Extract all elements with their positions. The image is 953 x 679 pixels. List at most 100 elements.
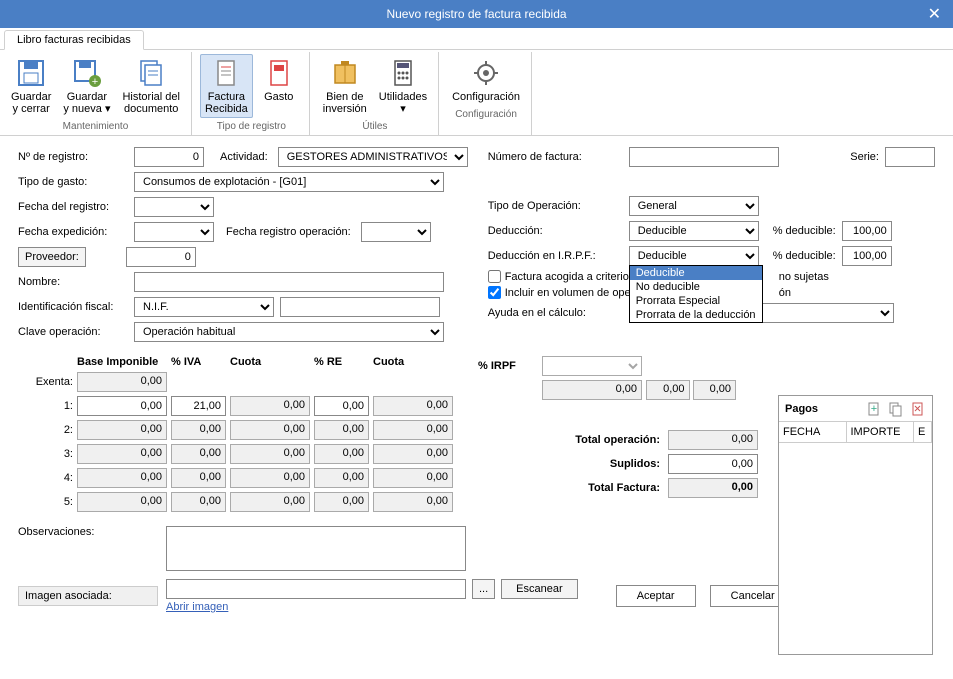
fecha-registro-input[interactable]	[134, 197, 214, 217]
button-label: Gasto	[264, 91, 293, 103]
col-pct-re: % RE	[314, 356, 369, 368]
r5-pct-re: 0,00	[314, 492, 369, 512]
suplidos-input[interactable]	[668, 454, 758, 474]
n-registro-label: Nº de registro:	[18, 151, 128, 163]
abrir-imagen-link[interactable]: Abrir imagen	[166, 601, 578, 613]
num-factura-label: Número de factura:	[488, 151, 623, 163]
close-icon[interactable]: ✕	[928, 4, 941, 24]
num-factura-input[interactable]	[629, 147, 779, 167]
clave-op-select[interactable]: Operación habitual	[134, 322, 444, 342]
deduccion-irpf-dropdown[interactable]: Deducible No deducible Prorrata Especial…	[629, 265, 763, 323]
r4-base: 0,00	[77, 468, 167, 488]
col-pct-irpf: % IRPF	[478, 360, 538, 372]
save-new-icon: +	[71, 57, 103, 89]
pagos-col-importe: IMPORTE	[847, 422, 915, 442]
deduccion-irpf-label: Deducción en I.R.P.F.:	[488, 250, 623, 262]
r2-pct-iva: 0,00	[171, 420, 226, 440]
dropdown-option-prorrata-deduccion[interactable]: Prorrata de la deducción	[630, 308, 762, 322]
factura-recibida-button[interactable]: Factura Recibida	[200, 54, 253, 118]
group-name: Tipo de registro	[217, 120, 286, 133]
expense-icon	[263, 57, 295, 89]
r4-cuota: 0,00	[230, 468, 310, 488]
tipo-operacion-select[interactable]: General	[629, 196, 759, 216]
r3-pct-re: 0,00	[314, 444, 369, 464]
delete-page-icon[interactable]	[910, 401, 926, 417]
pct-deducible-label-1: % deducible:	[773, 225, 836, 237]
save-close-icon	[15, 57, 47, 89]
gasto-button[interactable]: Gasto	[255, 54, 303, 118]
deduccion-select[interactable]: Deducible	[629, 221, 759, 241]
volumen-checkbox[interactable]	[488, 286, 501, 299]
r2-cuota: 0,00	[230, 420, 310, 440]
dropdown-option-no-deducible[interactable]: No deducible	[630, 280, 762, 294]
browse-button[interactable]: ...	[472, 579, 495, 599]
pct-deducible-2-input[interactable]	[842, 246, 892, 266]
r1-base[interactable]	[77, 396, 167, 416]
row-1-label: 1:	[18, 400, 73, 412]
ayuda-calculo-label: Ayuda en el cálculo:	[488, 307, 623, 319]
id-fiscal-select[interactable]: N.I.F.	[134, 297, 274, 317]
imagen-input[interactable]	[166, 579, 466, 599]
r1-cuota2: 0,00	[373, 396, 453, 416]
history-icon	[135, 57, 167, 89]
col-cuota: Cuota	[230, 356, 310, 368]
proveedor-input[interactable]	[126, 247, 196, 267]
nombre-input[interactable]	[134, 272, 444, 292]
tipo-gasto-select[interactable]: Consumos de explotación - [G01]	[134, 172, 444, 192]
pct-deducible-label-2: % deducible:	[773, 250, 836, 262]
r3-base: 0,00	[77, 444, 167, 464]
escanear-button[interactable]: Escanear	[501, 579, 577, 599]
irpf-select	[542, 356, 642, 376]
pagos-panel: Pagos + FECHA IMPORTE E	[778, 395, 933, 655]
observaciones-label: Observaciones:	[18, 526, 158, 538]
form-area: Nº de registro: Actividad: GESTORES ADMI…	[0, 136, 953, 356]
observaciones-input[interactable]	[166, 526, 466, 571]
r5-base: 0,00	[77, 492, 167, 512]
n-registro-input[interactable]	[134, 147, 204, 167]
serie-input[interactable]	[885, 147, 935, 167]
r5-cuota2: 0,00	[373, 492, 453, 512]
r1-pct-re[interactable]	[314, 396, 369, 416]
button-label: Utilidades ▾	[379, 91, 427, 115]
pagos-col-fecha: FECHA	[779, 422, 847, 442]
copy-page-icon[interactable]	[888, 401, 904, 417]
total-operacion-label: Total operación:	[544, 434, 664, 446]
aceptar-button[interactable]: Aceptar	[616, 585, 696, 607]
row-2-label: 2:	[18, 424, 73, 436]
button-label: Historial del documento	[122, 91, 179, 115]
pct-deducible-1-input[interactable]	[842, 221, 892, 241]
r1-pct-iva[interactable]	[171, 396, 226, 416]
guardar-cerrar-button[interactable]: Guardar y cerrar	[6, 54, 56, 118]
fecha-expedicion-input[interactable]	[134, 222, 214, 242]
bien-inversion-button[interactable]: Bien de inversión	[318, 54, 372, 118]
exenta-base: 0,00	[77, 372, 167, 392]
tab-libro-facturas[interactable]: Libro facturas recibidas	[4, 30, 144, 50]
dropdown-option-prorrata-especial[interactable]: Prorrata Especial	[630, 294, 762, 308]
window-title: Nuevo registro de factura recibida	[386, 7, 566, 21]
fecha-registro-label: Fecha del registro:	[18, 201, 128, 213]
total-factura-label: Total Factura:	[544, 482, 664, 494]
col-pct-iva: % IVA	[171, 356, 226, 368]
r1-cuota: 0,00	[230, 396, 310, 416]
tab-label: Libro facturas recibidas	[17, 34, 131, 46]
utilidades-button[interactable]: Utilidades ▾	[374, 54, 432, 118]
proveedor-button[interactable]: Proveedor:	[18, 247, 86, 267]
dropdown-option-deducible[interactable]: Deducible	[630, 266, 762, 280]
actividad-select[interactable]: GESTORES ADMINISTRATIVOS	[278, 147, 468, 167]
ribbon-group-tipo-registro: Factura Recibida Gasto Tipo de registro	[194, 52, 310, 135]
guardar-nueva-button[interactable]: + Guardar y nueva ▾	[58, 54, 115, 118]
deduccion-irpf-select[interactable]: Deducible	[629, 246, 759, 266]
volumen-extra: ón	[779, 287, 791, 299]
fecha-registro-op-input[interactable]	[361, 222, 431, 242]
fecha-expedicion-label: Fecha expedición:	[18, 226, 128, 238]
ribbon-group-utiles: Bien de inversión Utilidades ▾ Útiles	[312, 52, 439, 135]
add-page-icon[interactable]: +	[866, 401, 882, 417]
configuracion-button[interactable]: Configuración	[447, 54, 525, 106]
total-factura-value: 0,00	[668, 478, 758, 498]
criterio-caja-checkbox[interactable]	[488, 270, 501, 283]
nombre-label: Nombre:	[18, 276, 128, 288]
id-fiscal-num-input[interactable]	[280, 297, 440, 317]
historial-button[interactable]: Historial del documento	[117, 54, 184, 118]
tab-strip: Libro facturas recibidas	[0, 28, 953, 50]
svg-text:+: +	[871, 403, 877, 415]
